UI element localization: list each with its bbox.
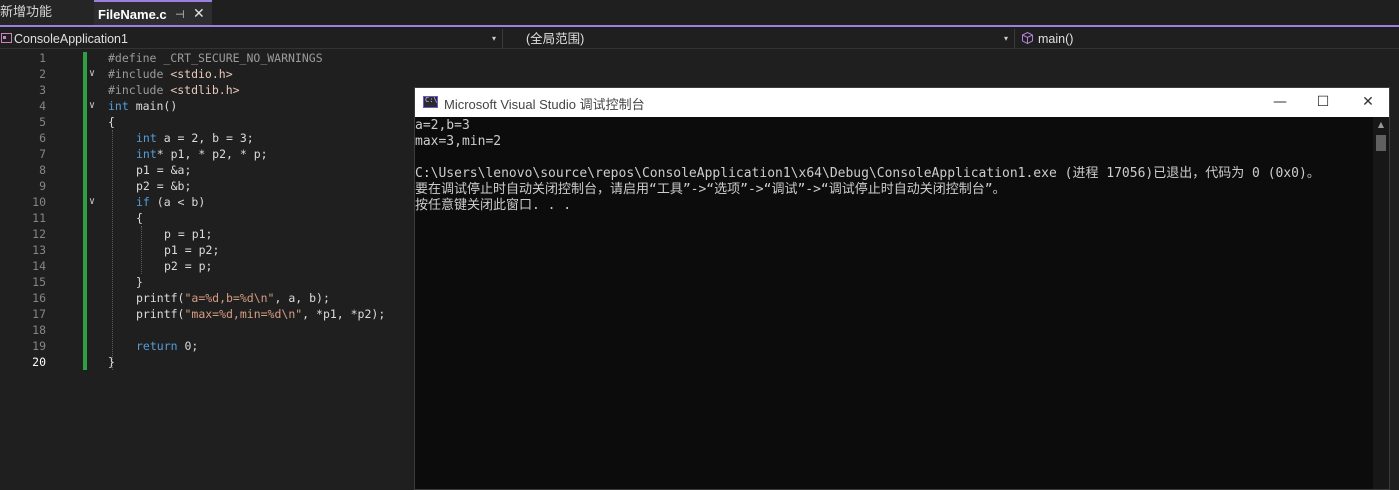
console-line: C:\Users\lenovo\source\repos\ConsoleAppl…: [415, 166, 1320, 181]
code-line-1: #define _CRT_SECURE_NO_WARNINGS: [108, 51, 323, 65]
code-line-9: p2 = &b;: [136, 179, 192, 193]
indent-guide: [141, 226, 142, 274]
code-line-13: p1 = p2;: [164, 243, 220, 257]
line-number: 1: [39, 51, 46, 65]
scrollbar-thumb[interactable]: [1376, 135, 1386, 151]
tab-filename-c[interactable]: FileName.c ⊣ ✕: [94, 0, 212, 25]
code-line-6: int a = 2, b = 3;: [136, 131, 254, 145]
code-line-17: printf("max=%d,min=%d\n", *p1, *p2);: [136, 307, 386, 321]
code-line-8: p1 = &a;: [136, 163, 192, 177]
close-icon[interactable]: ✕: [1358, 92, 1378, 112]
fold-toggle-icon[interactable]: ∨: [89, 66, 99, 82]
code-line-20: }: [108, 355, 115, 369]
console-line: max=3,min=2: [415, 134, 502, 149]
maximize-icon[interactable]: ☐: [1313, 92, 1333, 112]
code-line-5: {: [108, 115, 115, 129]
tab-label: FileName.c: [98, 7, 167, 22]
line-number: 2: [39, 67, 46, 81]
console-line: a=2,b=3: [415, 118, 470, 133]
code-line-16: printf("a=%d,b=%d\n", a, b);: [136, 291, 330, 305]
console-app-icon: C:\: [423, 96, 438, 108]
method-cube-icon: [1022, 32, 1033, 44]
project-dropdown[interactable]: ConsoleApplication1 ▾: [0, 29, 503, 49]
indent-guide: [112, 130, 113, 370]
minimize-icon[interactable]: —: [1270, 92, 1290, 112]
line-number: 11: [32, 211, 46, 225]
line-number: 3: [39, 83, 46, 97]
code-line-15: }: [136, 275, 143, 289]
fold-toggle-icon[interactable]: ∨: [89, 194, 99, 210]
line-number: 7: [39, 147, 46, 161]
chevron-down-icon: ▾: [491, 34, 496, 43]
scope-name: (全局范围): [526, 32, 585, 46]
line-number: 8: [39, 163, 46, 177]
navigation-bar: ConsoleApplication1 ▾ (全局范围) ▾ main(): [0, 29, 1399, 49]
line-number: 15: [32, 275, 46, 289]
console-title: Microsoft Visual Studio 调试控制台: [444, 97, 645, 112]
debug-console-window[interactable]: C:\ Microsoft Visual Studio 调试控制台 — ☐ ✕ …: [414, 87, 1390, 490]
console-line: 按任意键关闭此窗口. . .: [415, 198, 572, 213]
line-number: 10: [32, 195, 46, 209]
console-output[interactable]: a=2,b=3 max=3,min=2 C:\Users\lenovo\source…: [415, 117, 1373, 489]
line-number: 4: [39, 99, 46, 113]
project-icon: [1, 33, 12, 43]
scope-dropdown[interactable]: (全局范围) ▾: [507, 29, 1015, 49]
code-line-14: p2 = p;: [164, 259, 213, 273]
code-line-7: int* p1, * p2, * p;: [136, 147, 268, 161]
document-tab-bar: 新增功能 FileName.c ⊣ ✕: [0, 0, 1399, 27]
line-number: 14: [32, 259, 46, 273]
fold-toggle-icon[interactable]: ∨: [89, 98, 99, 114]
line-number: 18: [32, 323, 46, 337]
member-name: main(): [1038, 32, 1074, 46]
code-line-10: if (a < b): [136, 195, 206, 209]
change-tracking-bar: [83, 52, 87, 370]
line-number: 13: [32, 243, 46, 257]
code-line-19: return 0;: [136, 339, 199, 353]
console-title-bar[interactable]: C:\ Microsoft Visual Studio 调试控制台 — ☐ ✕: [415, 88, 1389, 117]
line-number: 19: [32, 339, 46, 353]
code-line-3: #include <stdlib.h>: [108, 83, 240, 97]
line-number: 17: [32, 307, 46, 321]
pin-icon[interactable]: ⊣: [175, 2, 185, 27]
close-icon[interactable]: ✕: [193, 2, 205, 27]
member-dropdown[interactable]: main(): [1018, 29, 1399, 49]
code-line-4: int main(): [108, 99, 178, 113]
line-number: 12: [32, 227, 46, 241]
tab-whats-new[interactable]: 新增功能: [0, 0, 94, 25]
tab-label: 新增功能: [0, 5, 53, 20]
line-number: 20: [32, 355, 46, 369]
code-line-12: p = p1;: [164, 227, 213, 241]
line-number: 9: [39, 179, 46, 193]
code-line-11: {: [136, 211, 143, 225]
scroll-up-icon[interactable]: ▲: [1373, 117, 1389, 133]
project-name: ConsoleApplication1: [14, 32, 128, 46]
console-line: 要在调试停止时自动关闭控制台，请启用“工具”->“选项”->“调试”->“调试停…: [415, 182, 1006, 197]
chevron-down-icon: ▾: [1003, 34, 1008, 43]
console-scrollbar[interactable]: ▲: [1373, 117, 1389, 489]
code-line-2: #include <stdio.h>: [108, 67, 233, 81]
line-number: 5: [39, 115, 46, 129]
line-number: 6: [39, 131, 46, 145]
line-number: 16: [32, 291, 46, 305]
